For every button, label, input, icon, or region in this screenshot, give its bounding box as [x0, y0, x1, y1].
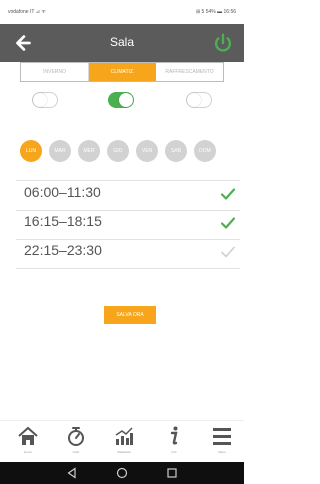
nav-label-orari: Orari: [72, 450, 80, 454]
power-icon[interactable]: [212, 31, 234, 55]
menu-icon: [213, 428, 231, 445]
info-icon: [170, 426, 178, 445]
nav-label-home: Home: [23, 450, 32, 454]
divider: [16, 180, 240, 181]
save-button[interactable]: SALVA ORA: [104, 306, 156, 324]
nav-item-home[interactable]: Home: [10, 421, 46, 463]
day-sun[interactable]: DOM: [194, 140, 216, 162]
schedule-time-3[interactable]: 22:15–23:30: [24, 242, 102, 258]
divider: [16, 239, 240, 240]
schedule-time-1[interactable]: 06:00–11:30: [24, 184, 101, 200]
app-header: Sala: [0, 24, 244, 62]
system-nav-bar: [0, 462, 244, 484]
nav-label-info: Info: [171, 450, 177, 454]
check-icon[interactable]: [220, 186, 236, 202]
nav-label-statistiche: Statistiche: [117, 450, 131, 454]
toggle-inverno[interactable]: [32, 92, 58, 108]
nav-item-menu[interactable]: Menu: [204, 421, 240, 463]
back-triangle-icon[interactable]: [66, 467, 78, 479]
bottom-nav: Home Orari Statistiche Info Menu: [0, 420, 244, 463]
toggle-knob: [187, 93, 201, 107]
recents-square-icon[interactable]: [166, 467, 178, 479]
toggle-knob: [119, 93, 133, 107]
home-circle-icon[interactable]: [116, 467, 128, 479]
divider: [16, 210, 240, 211]
tab-raffrescamento[interactable]: RAFFRESCAMENTO: [156, 63, 223, 81]
divider: [16, 268, 240, 269]
check-icon-disabled[interactable]: [220, 244, 236, 260]
nav-item-orari[interactable]: Orari: [58, 421, 94, 463]
schedule-time-2[interactable]: 16:15–18:15: [24, 213, 102, 229]
tab-inverno[interactable]: INVERNO: [21, 63, 89, 81]
check-icon[interactable]: [220, 215, 236, 231]
toggle-raffrescamento[interactable]: [186, 92, 212, 108]
nav-item-statistiche[interactable]: Statistiche: [106, 421, 142, 463]
toggle-climatiz[interactable]: [108, 92, 134, 108]
day-mon[interactable]: LUN: [20, 140, 42, 162]
nav-label-menu: Menu: [218, 450, 226, 454]
nav-item-info[interactable]: Info: [156, 421, 192, 463]
status-bar: vodafone IT ⊿ ᯤ ⊞ 5 54% ▬ 16:56: [0, 0, 244, 24]
day-sat[interactable]: SAB: [165, 140, 187, 162]
status-carrier: vodafone IT ⊿ ᯤ: [8, 9, 46, 15]
timer-icon: [68, 427, 84, 446]
mode-tabs: INVERNO CLIMATIZ. RAFFRESCAMENTO: [20, 62, 224, 82]
day-selector: LUN MAR MER GIO VEN SAB DOM: [20, 140, 230, 164]
day-tue[interactable]: MAR: [49, 140, 71, 162]
day-thu[interactable]: GIO: [107, 140, 129, 162]
toggle-knob: [33, 93, 47, 107]
status-indicators: ⊞ 5 54% ▬ 16:56: [195, 9, 236, 15]
page-title: Sala: [109, 35, 135, 49]
chart-icon: [115, 427, 133, 445]
home-icon: [18, 426, 38, 445]
tab-climatiz[interactable]: CLIMATIZ.: [89, 63, 156, 81]
day-wed[interactable]: MER: [78, 140, 100, 162]
day-fri[interactable]: VEN: [136, 140, 158, 162]
